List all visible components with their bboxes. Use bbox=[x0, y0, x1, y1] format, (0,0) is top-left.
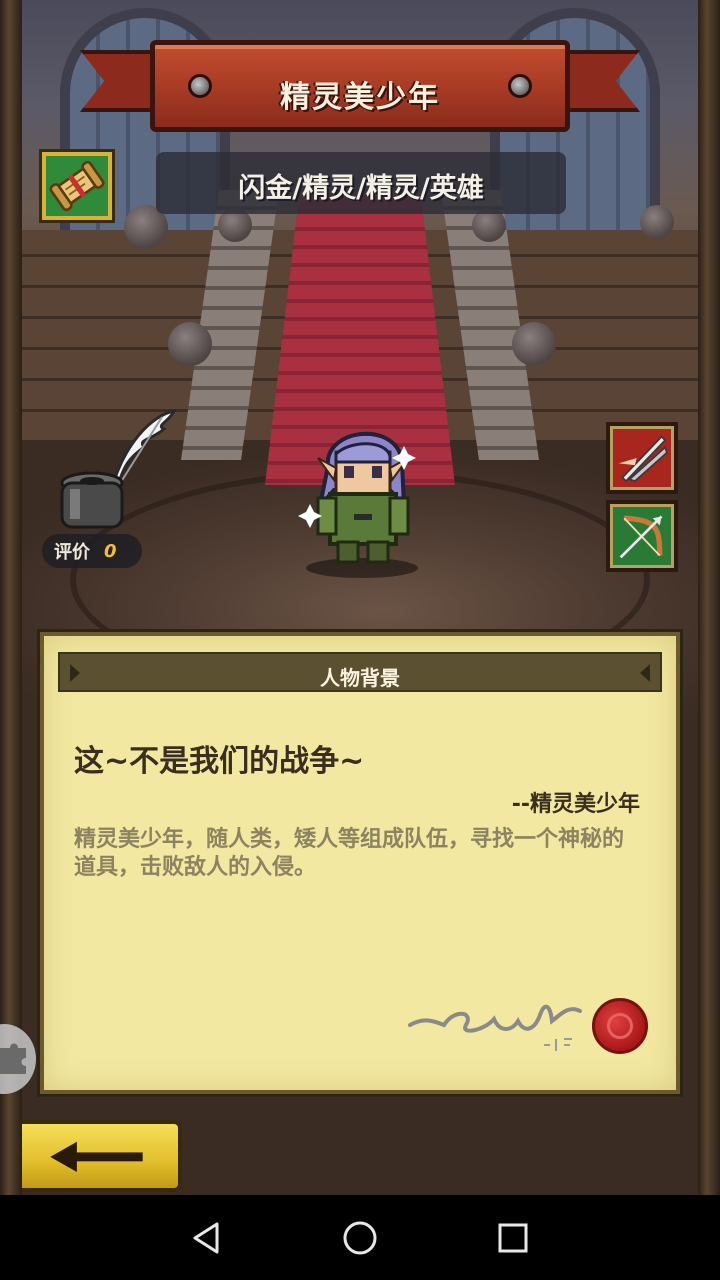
circle-home-icon bbox=[343, 1221, 377, 1254]
nav-recent-button[interactable] bbox=[485, 1210, 541, 1266]
frame-right bbox=[698, 0, 720, 1195]
background-panel: 人物背景 这~不是我们的战争~ --精灵美少年 精灵美少年，随人类，矮人等组成队… bbox=[40, 632, 680, 1094]
scroll-icon bbox=[49, 160, 105, 212]
triangle-back-icon bbox=[193, 1222, 219, 1253]
inkwell-quill-icon bbox=[60, 408, 177, 529]
square-recent-icon bbox=[498, 1223, 528, 1252]
hero-types: 闪金/精灵/精灵/英雄 bbox=[238, 173, 484, 204]
skill-slot-2[interactable] bbox=[606, 500, 678, 572]
title-banner: 精灵美少年 bbox=[80, 28, 640, 140]
stone-post bbox=[512, 322, 556, 366]
rating-value: 0 bbox=[104, 540, 117, 562]
nav-back-button[interactable] bbox=[179, 1210, 235, 1266]
system-nav-bar bbox=[0, 1195, 720, 1280]
crossed-blades-icon bbox=[618, 435, 668, 483]
rating-label: 评价 bbox=[54, 542, 90, 563]
wax-seal-icon bbox=[592, 998, 648, 1054]
nav-home-button[interactable] bbox=[332, 1210, 388, 1266]
panel-title: 人物背景 bbox=[320, 666, 400, 690]
arrow-left-icon bbox=[50, 1141, 143, 1172]
signature-icon bbox=[408, 1004, 582, 1051]
hero-type-bar: 闪金/精灵/精灵/英雄 bbox=[156, 152, 566, 214]
stone-post bbox=[168, 322, 212, 366]
game-screen: 精灵美少年 闪金/精灵/精灵/英雄 评价 0 人物背景 这~不是我们的战争~ -… bbox=[0, 0, 720, 1195]
frame-left bbox=[0, 0, 22, 1195]
hero-quote: 这~不是我们的战争~ bbox=[74, 744, 365, 779]
stone-post bbox=[640, 205, 674, 239]
hero-description: 精灵美少年，随人类，矮人等组成队伍，寻找一个神秘的道具，击败敌人的入侵。 bbox=[74, 827, 625, 880]
panel-header: 人物背景 bbox=[58, 652, 662, 692]
scroll-button[interactable] bbox=[42, 152, 112, 220]
puzzle-icon bbox=[0, 1043, 26, 1074]
rating-badge: 评价 0 bbox=[42, 534, 142, 568]
bow-icon bbox=[619, 515, 663, 559]
elf-hero-sprite[interactable] bbox=[290, 410, 430, 580]
back-button[interactable] bbox=[22, 1120, 182, 1192]
skill-slot-1[interactable] bbox=[606, 422, 678, 494]
hero-name: 精灵美少年 bbox=[280, 80, 440, 115]
quote-author: --精灵美少年 bbox=[511, 792, 640, 817]
